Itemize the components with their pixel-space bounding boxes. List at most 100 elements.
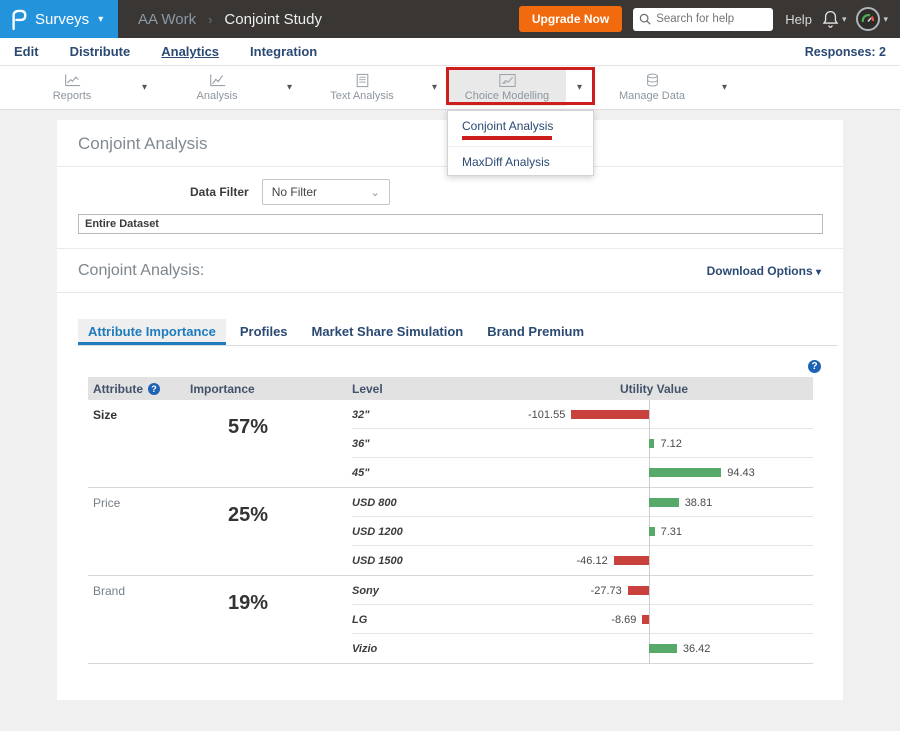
manage-data-menu[interactable]: Manage Data [593, 69, 711, 106]
level-row: 32" -101.55 [352, 400, 813, 429]
nav-item-analytics[interactable]: Analytics [161, 44, 219, 59]
table-body: Size57%32"-101.5536"7.1245"94.43Price25%… [88, 400, 813, 664]
top-header: Surveys ▾ AA Work › Conjoint Study Upgra… [0, 0, 900, 38]
nav-item-edit[interactable]: Edit [14, 44, 39, 59]
tab-profiles[interactable]: Profiles [230, 319, 298, 345]
nav-item-integration[interactable]: Integration [250, 44, 317, 59]
text-analysis-menu[interactable]: Text Analysis [303, 69, 421, 106]
breadcrumb-current: Conjoint Study [224, 11, 322, 28]
importance-value: 19% [188, 576, 352, 663]
text-analysis-caret[interactable]: ▾ [421, 69, 448, 106]
utility-bar-cell: -101.55 [490, 400, 813, 428]
utility-bar-cell: -27.73 [490, 576, 813, 604]
avatar [856, 7, 880, 31]
bell-icon [822, 10, 839, 28]
utility-bar-cell: 7.31 [490, 517, 813, 545]
menu-item-label: MaxDiff Analysis [462, 155, 550, 169]
toolbar-label: Manage Data [619, 90, 685, 102]
data-filter-label: Data Filter [190, 185, 249, 199]
database-icon [646, 73, 659, 88]
utility-bar [649, 498, 679, 507]
utility-bar-cell: 36.42 [490, 634, 813, 663]
level-label: 32" [352, 400, 490, 428]
help-search-input[interactable] [656, 13, 761, 25]
level-row: USD 12007.31 [352, 517, 813, 546]
utility-bar [642, 615, 649, 624]
help-search-box[interactable] [633, 8, 773, 31]
level-row: USD 800 38.81 [352, 488, 813, 517]
level-row: USD 1500-46.12 [352, 546, 813, 575]
nav-item-distribute[interactable]: Distribute [70, 44, 131, 59]
toolbar-label: Analysis [197, 90, 238, 102]
level-label: USD 800 [352, 488, 490, 516]
level-row: 36"7.12 [352, 429, 813, 458]
tab-bar: Attribute Importance Profiles Market Sha… [78, 319, 838, 346]
utility-bar [628, 586, 649, 595]
utility-value-label: 38.81 [685, 497, 713, 509]
attribute-name: Size [88, 400, 188, 487]
menu-item-maxdiff-analysis[interactable]: MaxDiff Analysis [448, 146, 593, 175]
zero-axis-line [649, 546, 650, 576]
analysis-menu[interactable]: Analysis [158, 69, 276, 106]
utility-value-label: -101.55 [528, 409, 565, 421]
utility-bar [614, 556, 649, 565]
utility-bar-cell: -46.12 [490, 546, 813, 575]
breadcrumb-workspace[interactable]: AA Work [138, 11, 196, 28]
reports-menu[interactable]: Reports [13, 69, 131, 106]
section-heading: Conjoint Analysis: [78, 262, 204, 280]
product-name: Surveys [35, 11, 89, 28]
data-filter-select[interactable]: No Filter ⌄ [262, 179, 390, 205]
questionpro-logo [10, 7, 28, 31]
column-header-label: Attribute [93, 382, 143, 396]
account-menu[interactable]: ▾ [856, 7, 888, 31]
level-label: 36" [352, 429, 490, 457]
level-row: 45"94.43 [352, 458, 813, 487]
attribute-group-row: Brand19%Sony-27.73LG-8.69Vizio36.42 [88, 576, 813, 664]
manage-data-caret[interactable]: ▾ [711, 69, 738, 106]
analytics-toolbar: Reports ▾ Analysis ▾ Text Analysis ▾ [0, 66, 900, 110]
level-row: Vizio36.42 [352, 634, 813, 663]
reports-caret[interactable]: ▾ [131, 69, 158, 106]
annotation-red-underline [462, 136, 552, 140]
column-header-utility: Utility Value [490, 382, 813, 396]
help-link[interactable]: Help [785, 12, 812, 27]
attribute-group-row: Size57%32"-101.5536"7.1245"94.43 [88, 400, 813, 488]
content-card: Conjoint Analysis Data Filter No Filter … [57, 120, 843, 700]
utility-bar [649, 527, 655, 536]
breadcrumb-separator: › [208, 12, 212, 27]
column-header-attribute: Attribute ? [88, 382, 188, 396]
tab-market-share-simulation[interactable]: Market Share Simulation [302, 319, 474, 345]
download-options-button[interactable]: Download Options ▾ [707, 264, 821, 278]
level-label: Sony [352, 576, 490, 604]
choice-modelling-menu[interactable]: Choice Modelling [448, 69, 566, 106]
utility-value-label: -46.12 [577, 555, 608, 567]
toolbar-label: Choice Modelling [465, 90, 549, 102]
document-icon [356, 73, 369, 88]
tab-brand-premium[interactable]: Brand Premium [477, 319, 594, 345]
download-options-label: Download Options [707, 264, 813, 278]
attribute-help-icon[interactable]: ? [148, 383, 160, 395]
trend-chart-icon [209, 73, 226, 88]
product-switcher[interactable]: Surveys ▾ [0, 0, 118, 38]
choice-modelling-caret[interactable]: ▾ [566, 69, 593, 106]
survey-nav: Edit Distribute Analytics Integration Re… [0, 38, 900, 66]
utility-bar [649, 468, 721, 477]
chevron-down-icon: ⌄ [370, 186, 379, 199]
chevron-down-icon: ▾ [883, 14, 888, 25]
table-help-icon[interactable]: ? [808, 360, 821, 373]
choice-modelling-dropdown: Conjoint Analysis MaxDiff Analysis [447, 110, 594, 176]
upgrade-now-button[interactable]: Upgrade Now [519, 6, 622, 32]
toolbar-group-manage-data: Manage Data ▾ [593, 69, 738, 106]
chevron-down-icon: ▾ [98, 14, 103, 25]
analysis-caret[interactable]: ▾ [276, 69, 303, 106]
column-header-level: Level [352, 382, 490, 396]
notifications-button[interactable]: ▾ [822, 10, 847, 28]
dataset-name-input[interactable] [78, 214, 823, 234]
zero-axis-line [649, 605, 650, 634]
menu-item-conjoint-analysis[interactable]: Conjoint Analysis [448, 111, 593, 146]
responses-count[interactable]: Responses: 2 [805, 45, 886, 59]
breadcrumb: AA Work › Conjoint Study [138, 11, 322, 28]
section-heading-row: Conjoint Analysis: Download Options ▾ [57, 249, 843, 293]
utility-bar [649, 439, 654, 448]
tab-attribute-importance[interactable]: Attribute Importance [78, 319, 226, 345]
